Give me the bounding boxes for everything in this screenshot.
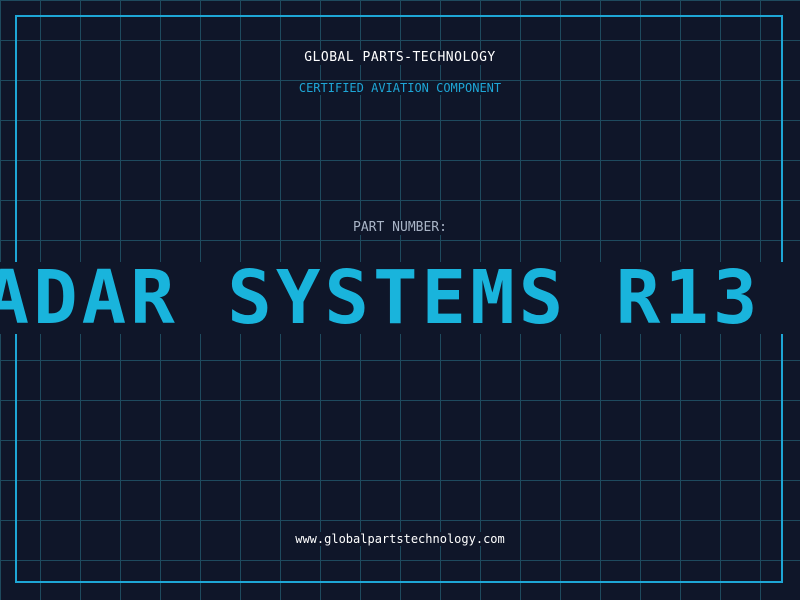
certification-tagline: CERTIFIED AVIATION COMPONENT [0, 80, 800, 96]
part-number-band: RADAR SYSTEMS R13 NOTE [0, 262, 800, 334]
website-url: www.globalpartstechnology.com [0, 531, 800, 547]
part-number-value: RADAR SYSTEMS R13 NOTE [0, 262, 800, 334]
part-number-label: PART NUMBER: [0, 220, 800, 236]
company-name: GLOBAL PARTS-TECHNOLOGY [0, 49, 800, 67]
label-card: GLOBAL PARTS-TECHNOLOGY CERTIFIED AVIATI… [0, 0, 800, 600]
